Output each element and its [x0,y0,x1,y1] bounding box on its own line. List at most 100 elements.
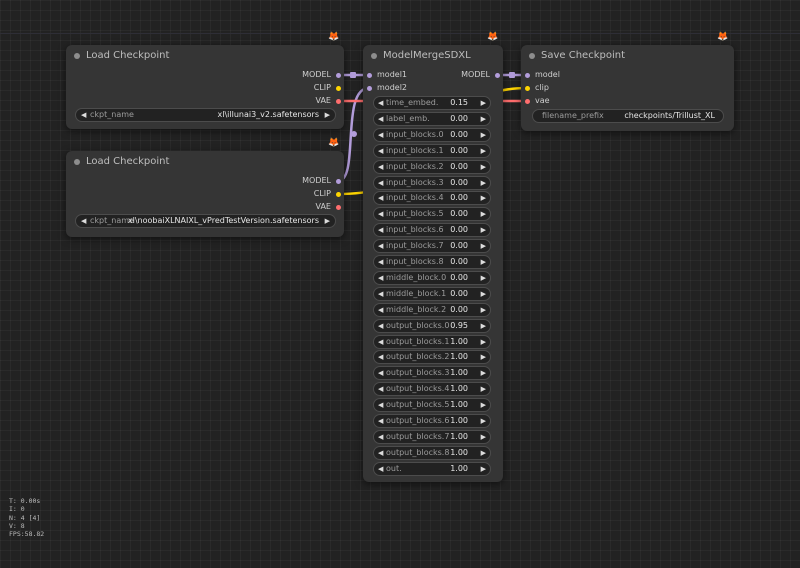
decrement-arrow-icon[interactable]: ◀ [378,145,383,157]
decrement-arrow-icon[interactable]: ◀ [378,192,383,204]
output-vae-slot[interactable] [336,99,341,104]
increment-arrow-icon[interactable]: ▶ [481,415,486,427]
merge-weight-widget[interactable]: ◀ input_blocks.3 0.00 ▶ [373,175,491,190]
decrement-arrow-icon[interactable]: ◀ [378,351,383,363]
arrow-right-icon[interactable]: ▶ [325,215,330,227]
decrement-arrow-icon[interactable]: ◀ [378,177,383,189]
decrement-arrow-icon[interactable]: ◀ [378,161,383,173]
load-checkpoint-node-2[interactable]: Load Checkpoint MODEL CLIP VAE ◀ ckpt_na… [66,151,344,237]
decrement-arrow-icon[interactable]: ◀ [378,224,383,236]
merge-weight-widget[interactable]: ◀ middle_block.1 0.00 ▶ [373,286,491,301]
output-clip-slot[interactable] [336,86,341,91]
increment-arrow-icon[interactable]: ▶ [481,145,486,157]
increment-arrow-icon[interactable]: ▶ [481,351,486,363]
arrow-left-icon[interactable]: ◀ [81,215,86,227]
arrow-right-icon[interactable]: ▶ [325,109,330,121]
increment-arrow-icon[interactable]: ▶ [481,336,486,348]
decrement-arrow-icon[interactable]: ◀ [378,240,383,252]
increment-arrow-icon[interactable]: ▶ [481,367,486,379]
node-title[interactable]: Save Checkpoint [521,45,734,67]
arrow-left-icon[interactable]: ◀ [81,109,86,121]
save-checkpoint-node[interactable]: Save Checkpoint model clip vae filename_… [521,45,734,131]
increment-arrow-icon[interactable]: ▶ [481,431,486,443]
merge-weight-widget[interactable]: ◀ middle_block.0 0.00 ▶ [373,270,491,285]
node-title[interactable]: Load Checkpoint [66,151,344,173]
merge-weight-widget[interactable]: ◀ input_blocks.5 0.00 ▶ [373,207,491,222]
increment-arrow-icon[interactable]: ▶ [481,129,486,141]
output-clip-slot[interactable] [336,192,341,197]
merge-weight-widget[interactable]: ◀ output_blocks.7 1.00 ▶ [373,429,491,444]
node-title[interactable]: Load Checkpoint [66,45,344,67]
merge-weight-widget[interactable]: ◀ output_blocks.8 1.00 ▶ [373,445,491,460]
input-model1-slot[interactable] [367,73,372,78]
decrement-arrow-icon[interactable]: ◀ [378,367,383,379]
collapse-dot-icon[interactable] [371,53,377,59]
decrement-arrow-icon[interactable]: ◀ [378,463,383,475]
merge-weight-widget[interactable]: ◀ input_blocks.4 0.00 ▶ [373,191,491,206]
increment-arrow-icon[interactable]: ▶ [481,161,486,173]
output-model-slot[interactable] [336,179,341,184]
decrement-arrow-icon[interactable]: ◀ [378,415,383,427]
decrement-arrow-icon[interactable]: ◀ [378,304,383,316]
decrement-arrow-icon[interactable]: ◀ [378,129,383,141]
decrement-arrow-icon[interactable]: ◀ [378,320,383,332]
collapse-dot-icon[interactable] [74,53,80,59]
increment-arrow-icon[interactable]: ▶ [481,177,486,189]
input-model-slot[interactable] [525,73,530,78]
merge-weight-widget[interactable]: ◀ time_embed. 0.15 ▶ [373,96,491,110]
merge-weight-widget[interactable]: ◀ input_blocks.6 0.00 ▶ [373,223,491,238]
decrement-arrow-icon[interactable]: ◀ [378,208,383,220]
decrement-arrow-icon[interactable]: ◀ [378,256,383,268]
decrement-arrow-icon[interactable]: ◀ [378,272,383,284]
decrement-arrow-icon[interactable]: ◀ [378,97,383,109]
merge-weight-widget[interactable]: ◀ output_blocks.3 1.00 ▶ [373,366,491,381]
increment-arrow-icon[interactable]: ▶ [481,383,486,395]
collapse-dot-icon[interactable] [529,53,535,59]
input-model2-slot[interactable] [367,86,372,91]
merge-weight-widget[interactable]: ◀ label_emb. 0.00 ▶ [373,111,491,126]
merge-weight-widget[interactable]: ◀ input_blocks.2 0.00 ▶ [373,159,491,174]
merge-weight-widget[interactable]: ◀ middle_block.2 0.00 ▶ [373,302,491,317]
node-title[interactable]: ModelMergeSDXL [363,45,503,67]
increment-arrow-icon[interactable]: ▶ [481,240,486,252]
load-checkpoint-node-1[interactable]: Load Checkpoint MODEL CLIP VAE ◀ ckpt_na… [66,45,344,129]
input-vae-slot[interactable] [525,99,530,104]
increment-arrow-icon[interactable]: ▶ [481,208,486,220]
merge-weight-widget[interactable]: ◀ output_blocks.6 1.00 ▶ [373,414,491,428]
increment-arrow-icon[interactable]: ▶ [481,447,486,459]
ckpt-name-combo[interactable]: ◀ ckpt_name xl\noobaiXLNAIXL_vPredTestVe… [75,214,336,228]
merge-weight-widget[interactable]: ◀ output_blocks.1 1.00 ▶ [373,334,491,349]
increment-arrow-icon[interactable]: ▶ [481,463,486,475]
decrement-arrow-icon[interactable]: ◀ [378,447,383,459]
merge-weight-widget[interactable]: ◀ input_blocks.8 0.00 ▶ [373,255,491,269]
increment-arrow-icon[interactable]: ▶ [481,272,486,284]
filename-prefix-input[interactable]: filename_prefix checkpoints/Trillust_XL [532,109,724,123]
merge-weight-widget[interactable]: ◀ output_blocks.2 1.00 ▶ [373,350,491,365]
merge-weight-widget[interactable]: ◀ output_blocks.0 0.95 ▶ [373,318,491,333]
increment-arrow-icon[interactable]: ▶ [481,320,486,332]
output-model-slot[interactable] [336,73,341,78]
decrement-arrow-icon[interactable]: ◀ [378,431,383,443]
model-merge-sdxl-node[interactable]: ModelMergeSDXL model1 model2 MODEL ◀ time… [363,45,503,482]
increment-arrow-icon[interactable]: ▶ [481,224,486,236]
output-model-slot[interactable] [495,73,500,78]
decrement-arrow-icon[interactable]: ◀ [378,399,383,411]
merge-weight-widget[interactable]: ◀ output_blocks.5 1.00 ▶ [373,398,491,413]
merge-weight-widget[interactable]: ◀ output_blocks.4 1.00 ▶ [373,382,491,397]
increment-arrow-icon[interactable]: ▶ [481,399,486,411]
input-clip-slot[interactable] [525,86,530,91]
increment-arrow-icon[interactable]: ▶ [481,304,486,316]
ckpt-name-combo[interactable]: ◀ ckpt_name xl\illunai3_v2.safetensors ▶ [75,108,336,122]
merge-weight-widget[interactable]: ◀ out. 1.00 ▶ [373,461,491,476]
decrement-arrow-icon[interactable]: ◀ [378,383,383,395]
decrement-arrow-icon[interactable]: ◀ [378,288,383,300]
merge-weight-widget[interactable]: ◀ input_blocks.1 0.00 ▶ [373,143,491,158]
output-vae-slot[interactable] [336,205,341,210]
collapse-dot-icon[interactable] [74,159,80,165]
increment-arrow-icon[interactable]: ▶ [481,192,486,204]
decrement-arrow-icon[interactable]: ◀ [378,113,383,125]
merge-weight-widget[interactable]: ◀ input_blocks.0 0.00 ▶ [373,127,491,142]
increment-arrow-icon[interactable]: ▶ [481,288,486,300]
increment-arrow-icon[interactable]: ▶ [481,113,486,125]
increment-arrow-icon[interactable]: ▶ [481,97,486,109]
